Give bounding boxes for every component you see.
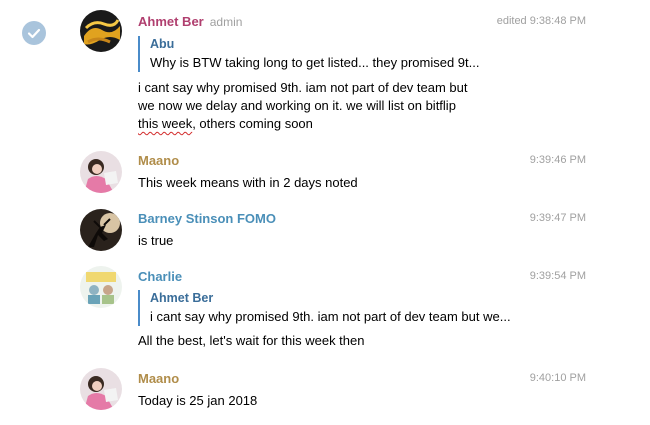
message-line: we now we delay and working on it. we wi… xyxy=(138,98,456,113)
avatar-ahmet-ber[interactable] xyxy=(80,10,122,52)
message-5[interactable]: Maano 9:40:10 PM Today is 25 jan 2018 xyxy=(80,366,590,412)
author-name-text[interactable]: Ahmet Ber xyxy=(138,14,204,29)
author-name[interactable]: Barney Stinson FOMO xyxy=(138,211,276,226)
reply-author: Abu xyxy=(150,37,175,51)
message-line: i cant say why promised 9th. iam not par… xyxy=(138,80,468,95)
message-time: 9:39:46 PM xyxy=(529,154,586,166)
avatar-barney-stinson[interactable] xyxy=(80,209,122,251)
reply-text: Why is BTW taking long to get listed... … xyxy=(150,55,480,70)
author-name[interactable]: Ahmet Ber admin xyxy=(138,14,242,29)
message-line-rest: , others coming soon xyxy=(192,116,313,131)
message-1[interactable]: Ahmet Ber admin edited 9:38:48 PM Abu Why… xyxy=(80,10,590,138)
reply-author: Ahmet Ber xyxy=(150,291,214,305)
message-time: 9:39:47 PM xyxy=(529,212,586,224)
message-time: 9:39:54 PM xyxy=(529,270,586,282)
message-text: i cant say why promised 9th. iam not par… xyxy=(138,79,468,133)
author-name[interactable]: Maano xyxy=(138,371,179,386)
author-name[interactable]: Maano xyxy=(138,153,179,168)
spellcheck-marked-text: this week xyxy=(138,116,193,131)
avatar-maano[interactable] xyxy=(80,151,122,193)
message-text: is true xyxy=(138,233,174,248)
message-text: This week means with in 2 days noted xyxy=(138,175,358,190)
message-time: 9:40:10 PM xyxy=(529,372,586,384)
author-name[interactable]: Charlie xyxy=(138,269,182,284)
reply-quote[interactable]: Abu Why is BTW taking long to get listed… xyxy=(138,36,479,72)
avatar-maano[interactable] xyxy=(80,368,122,410)
reply-quote[interactable]: Ahmet Ber i cant say why promised 9th. i… xyxy=(138,290,511,326)
message-text: All the best, let's wait for this week t… xyxy=(138,333,365,348)
message-2[interactable]: Maano 9:39:46 PM This week means with in… xyxy=(80,149,590,195)
message-line: this week, others coming soon xyxy=(138,115,468,133)
message-3[interactable]: Barney Stinson FOMO 9:39:47 PM is true xyxy=(80,207,590,253)
message-4[interactable]: Charlie 9:39:54 PM Ahmet Ber i cant say … xyxy=(80,264,590,354)
message-text: Today is 25 jan 2018 xyxy=(138,393,258,408)
admin-badge: admin xyxy=(209,15,243,29)
selected-check-icon[interactable] xyxy=(22,21,46,45)
avatar-charlie[interactable] xyxy=(80,266,122,308)
reply-text: i cant say why promised 9th. iam not par… xyxy=(150,309,511,324)
message-time: edited 9:38:48 PM xyxy=(496,15,586,27)
